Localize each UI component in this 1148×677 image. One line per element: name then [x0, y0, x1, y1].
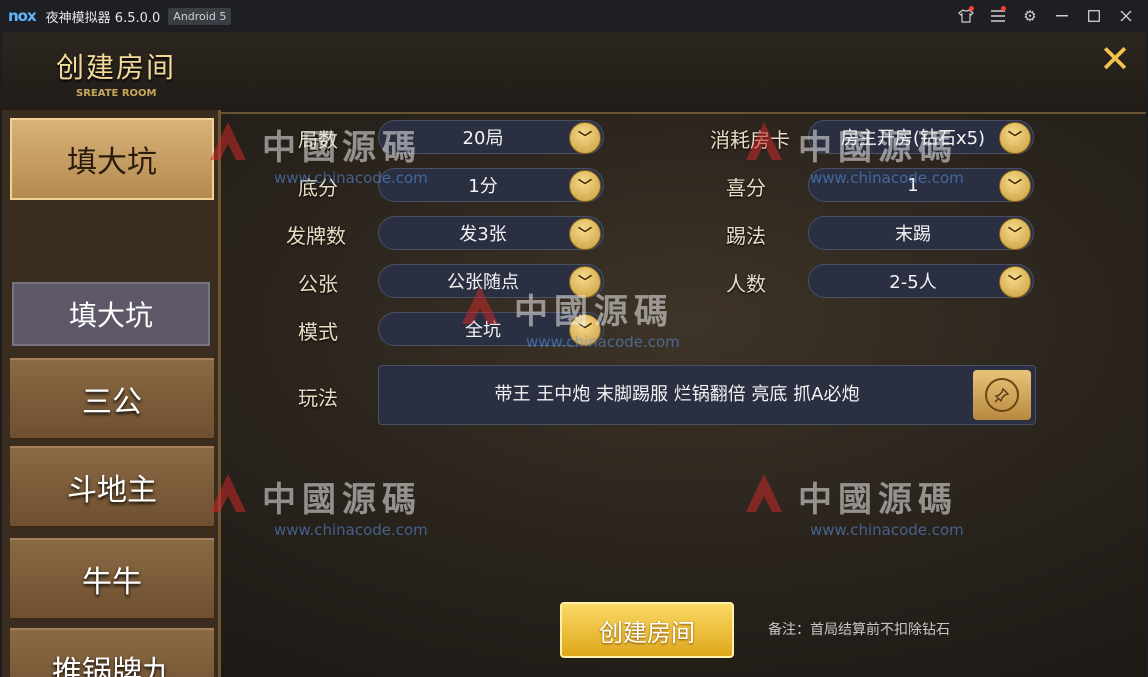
kick-rule-label: 踢法	[726, 224, 766, 248]
chevron-down-icon[interactable]: ﹀	[569, 314, 601, 346]
public-cards-label: 公张	[298, 272, 338, 296]
nox-logo: nox	[8, 7, 37, 25]
chevron-down-icon[interactable]: ﹀	[569, 218, 601, 250]
mode-select[interactable]: 全坑 ﹀	[378, 312, 604, 346]
deal-count-label: 发牌数	[286, 224, 346, 248]
chevron-down-icon[interactable]: ﹀	[569, 170, 601, 202]
diamond-note: 备注：首局结算前不扣除钻石	[768, 622, 950, 638]
title-plate: 创建房间 SREATE ROOM	[24, 38, 224, 104]
menu-item-sangong[interactable]: 三公	[10, 358, 214, 440]
kick-rule-select[interactable]: 末踢 ﹀	[808, 216, 1034, 250]
bonus-score-select[interactable]: 1 ﹀	[808, 168, 1034, 202]
mode-label: 模式	[298, 320, 338, 344]
close-x-icon[interactable]: ✕	[1098, 40, 1132, 78]
gear-icon[interactable]: ⚙	[1014, 0, 1046, 32]
rules-box[interactable]: 带王 王中炮 末脚踢服 烂锅翻倍 亮底 抓A必炮	[378, 365, 1036, 425]
pin-icon	[985, 378, 1019, 412]
menu-item-tiandakeng[interactable]: 填大坑	[10, 118, 214, 200]
window-controls: ⚙	[950, 0, 1142, 32]
players-select[interactable]: 2-5人 ﹀	[808, 264, 1034, 298]
shirt-icon[interactable]	[950, 0, 982, 32]
base-score-label: 底分	[298, 176, 338, 200]
rounds-label: 局数	[298, 128, 338, 152]
rules-value: 带王 王中炮 末脚踢服 烂锅翻倍 亮底 抓A必炮	[494, 384, 860, 405]
menu-item-niuniu[interactable]: 牛牛	[10, 538, 214, 620]
menu-item-doudizhu[interactable]: 斗地主	[10, 446, 214, 528]
bonus-score-label: 喜分	[726, 176, 766, 200]
rules-label: 玩法	[298, 386, 338, 410]
game-type-menu: 填大坑 填大坑 三公 斗地主 牛牛 推锅牌九	[2, 110, 221, 677]
android-version-badge: Android 5	[168, 7, 232, 25]
chevron-down-icon[interactable]: ﹀	[999, 122, 1031, 154]
minimize-icon[interactable]	[1046, 0, 1078, 32]
public-cards-select[interactable]: 公张随点 ﹀	[378, 264, 604, 298]
close-icon[interactable]	[1110, 0, 1142, 32]
menu-icon[interactable]	[982, 0, 1014, 32]
chevron-down-icon[interactable]: ﹀	[569, 266, 601, 298]
room-card-select[interactable]: 房主开房(钻石x5) ﹀	[808, 120, 1034, 154]
emulator-title: 夜神模拟器 6.5.0.0	[45, 10, 161, 26]
base-score-select[interactable]: 1分 ﹀	[378, 168, 604, 202]
sub-tab-tiandakeng[interactable]: 填大坑	[12, 282, 210, 346]
page-subtitle: SREATE ROOM	[76, 88, 157, 99]
page-title: 创建房间	[56, 51, 177, 84]
rules-edit-button[interactable]	[973, 370, 1031, 420]
chevron-down-icon[interactable]: ﹀	[999, 218, 1031, 250]
game-screen: 创建房间 SREATE ROOM ✕ 填大坑 填大坑 三公 斗地主 牛牛 推锅牌…	[2, 32, 1146, 677]
chevron-down-icon[interactable]: ﹀	[569, 122, 601, 154]
players-label: 人数	[726, 272, 766, 296]
deal-count-select[interactable]: 发3张 ﹀	[378, 216, 604, 250]
chevron-down-icon[interactable]: ﹀	[999, 266, 1031, 298]
emulator-titlebar: nox 夜神模拟器 6.5.0.0 Android 5 ⚙	[0, 0, 1148, 32]
room-options: 局数 20局 ﹀ 底分 1分 ﹀ 发牌数 发3张 ﹀ 公张 公张随点 ﹀ 模式 …	[224, 112, 1146, 677]
maximize-icon[interactable]	[1078, 0, 1110, 32]
create-room-button[interactable]: 创建房间	[560, 602, 734, 658]
chevron-down-icon[interactable]: ﹀	[999, 170, 1031, 202]
room-card-label: 消耗房卡	[710, 128, 790, 152]
rounds-select[interactable]: 20局 ﹀	[378, 120, 604, 154]
menu-item-tuiguopaijiu[interactable]: 推锅牌九	[10, 628, 214, 677]
